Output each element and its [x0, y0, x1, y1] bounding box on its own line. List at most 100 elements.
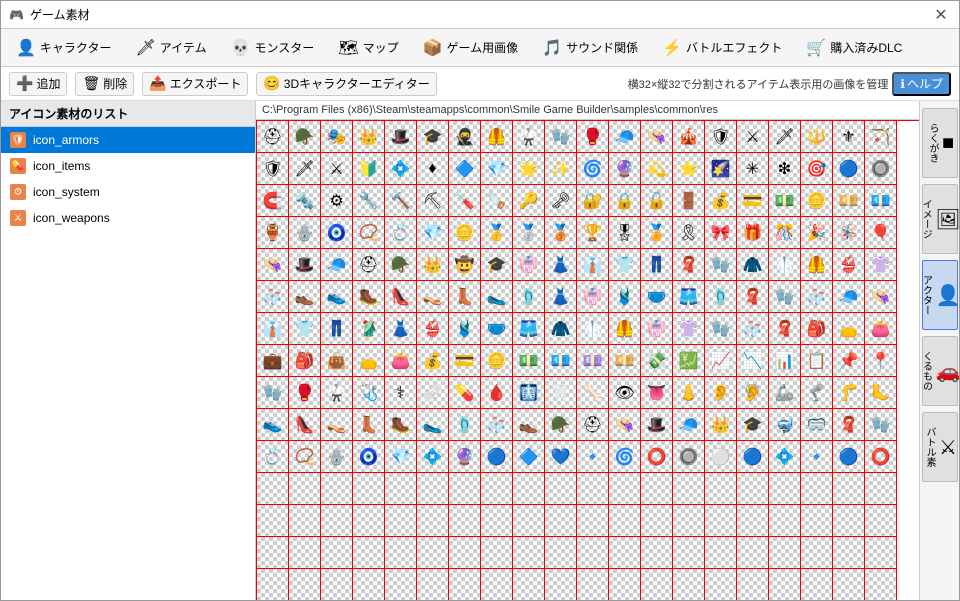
- grid-cell[interactable]: 🔒: [609, 185, 641, 217]
- grid-cell[interactable]: 🥷: [449, 121, 481, 153]
- grid-cell[interactable]: 🥿: [481, 281, 513, 313]
- grid-cell[interactable]: [833, 569, 865, 600]
- grid-cell[interactable]: [257, 505, 289, 537]
- grid-cell[interactable]: [353, 537, 385, 569]
- grid-cell[interactable]: 🧤: [705, 313, 737, 345]
- grid-cell[interactable]: [577, 569, 609, 600]
- grid-cell[interactable]: [481, 537, 513, 569]
- grid-cell[interactable]: 🎭: [321, 121, 353, 153]
- grid-cell[interactable]: 🩱: [449, 313, 481, 345]
- grid-cell[interactable]: ❇: [769, 153, 801, 185]
- grid-cell[interactable]: 🦺: [609, 313, 641, 345]
- grid-cell[interactable]: [513, 537, 545, 569]
- grid-cell[interactable]: 👚: [865, 249, 897, 281]
- grid-cell[interactable]: 💶: [865, 185, 897, 217]
- grid-cell[interactable]: 💹: [673, 345, 705, 377]
- grid-cell[interactable]: [417, 505, 449, 537]
- grid-cell[interactable]: 🎓: [417, 121, 449, 153]
- tab-sound[interactable]: 🎵 サウンド関係: [531, 33, 649, 63]
- grid-cell[interactable]: [321, 505, 353, 537]
- grid-cell[interactable]: [737, 537, 769, 569]
- grid-cell[interactable]: 🎉: [801, 217, 833, 249]
- grid-cell[interactable]: ⭕: [865, 441, 897, 473]
- grid-cell[interactable]: [481, 473, 513, 505]
- grid-cell[interactable]: ⚕: [385, 377, 417, 409]
- grid-cell[interactable]: 💳: [737, 185, 769, 217]
- grid-cell[interactable]: ⛑: [353, 249, 385, 281]
- grid-cell[interactable]: [257, 569, 289, 600]
- grid-cell[interactable]: 🔹: [801, 441, 833, 473]
- sidebar-item-icon-system[interactable]: ⚙ icon_system: [1, 179, 255, 205]
- grid-cell[interactable]: 🩻: [513, 377, 545, 409]
- grid-cell[interactable]: 🩳: [513, 313, 545, 345]
- grid-cell[interactable]: 🏅: [641, 217, 673, 249]
- grid-cell[interactable]: 👖: [641, 249, 673, 281]
- grid-cell[interactable]: 🧢: [833, 281, 865, 313]
- grid-cell[interactable]: [257, 537, 289, 569]
- grid-cell[interactable]: 🎒: [289, 345, 321, 377]
- grid-cell[interactable]: 🥻: [353, 313, 385, 345]
- grid-cell[interactable]: 🥋: [321, 377, 353, 409]
- grid-cell[interactable]: 💍: [257, 441, 289, 473]
- grid-cell[interactable]: 💸: [641, 345, 673, 377]
- grid-cell[interactable]: 📍: [865, 345, 897, 377]
- grid-cell[interactable]: 🩲: [481, 313, 513, 345]
- grid-cell[interactable]: 📋: [801, 345, 833, 377]
- grid-cell[interactable]: 👙: [833, 249, 865, 281]
- grid-cell[interactable]: 🎗: [673, 217, 705, 249]
- grid-cell[interactable]: 👡: [321, 409, 353, 441]
- tab-monster[interactable]: 💀 モンスター: [220, 33, 326, 63]
- grid-cell[interactable]: 🎈: [865, 217, 897, 249]
- grid-cell[interactable]: 🦴: [577, 377, 609, 409]
- sidebar-item-icon-items[interactable]: 💊 icon_items: [1, 153, 255, 179]
- grid-cell[interactable]: [641, 505, 673, 537]
- grid-cell[interactable]: 📿: [353, 217, 385, 249]
- grid-cell[interactable]: [449, 473, 481, 505]
- grid-cell[interactable]: ⚜: [833, 121, 865, 153]
- grid-cell[interactable]: 💵: [769, 185, 801, 217]
- grid-cell[interactable]: 🥋: [513, 121, 545, 153]
- grid-cell[interactable]: 👅: [641, 377, 673, 409]
- grid-cell[interactable]: 💫: [641, 153, 673, 185]
- close-button[interactable]: ✕: [931, 5, 951, 25]
- grid-cell[interactable]: 👖: [321, 313, 353, 345]
- grid-cell[interactable]: 🔑: [513, 185, 545, 217]
- sidebar-item-icon-weapons[interactable]: ⚔ icon_weapons: [1, 205, 255, 231]
- grid-cell[interactable]: [865, 473, 897, 505]
- grid-cell[interactable]: [801, 505, 833, 537]
- grid-cell[interactable]: [577, 473, 609, 505]
- grid-cell[interactable]: 🩹: [417, 377, 449, 409]
- grid-cell[interactable]: 🔩: [289, 185, 321, 217]
- grid-cell[interactable]: 🧤: [769, 281, 801, 313]
- grid-cell[interactable]: 👘: [641, 313, 673, 345]
- grid-cell[interactable]: 🔨: [385, 185, 417, 217]
- grid-cell[interactable]: 💊: [449, 377, 481, 409]
- grid-cell[interactable]: [385, 473, 417, 505]
- grid-cell[interactable]: 🩴: [513, 281, 545, 313]
- grid-cell[interactable]: 🩲: [641, 281, 673, 313]
- grid-cell[interactable]: 🩴: [449, 409, 481, 441]
- grid-cell[interactable]: 💎: [385, 441, 417, 473]
- grid-cell[interactable]: 👛: [865, 313, 897, 345]
- grid-cell[interactable]: 🦿: [801, 377, 833, 409]
- grid-cell[interactable]: 🩱: [609, 281, 641, 313]
- grid-cell[interactable]: ⚙: [321, 185, 353, 217]
- grid-cell[interactable]: [321, 569, 353, 600]
- grid-cell[interactable]: 🥾: [353, 281, 385, 313]
- grid-cell[interactable]: 👗: [545, 281, 577, 313]
- grid-cell[interactable]: 💴: [833, 185, 865, 217]
- grid-cell[interactable]: [609, 569, 641, 600]
- grid-cell[interactable]: [449, 505, 481, 537]
- grid-cell[interactable]: [833, 537, 865, 569]
- grid-cell[interactable]: 💵: [513, 345, 545, 377]
- grid-cell[interactable]: 🪖: [385, 249, 417, 281]
- grid-cell[interactable]: 🥼: [577, 313, 609, 345]
- grid-cell[interactable]: 🧢: [673, 409, 705, 441]
- grid-cell[interactable]: 👠: [289, 409, 321, 441]
- grid-cell[interactable]: 🎁: [737, 217, 769, 249]
- grid-cell[interactable]: 🪬: [321, 441, 353, 473]
- grid-cell[interactable]: 🦵: [833, 377, 865, 409]
- grid-cell[interactable]: [513, 473, 545, 505]
- grid-cell[interactable]: [577, 505, 609, 537]
- grid-cell[interactable]: 💶: [545, 345, 577, 377]
